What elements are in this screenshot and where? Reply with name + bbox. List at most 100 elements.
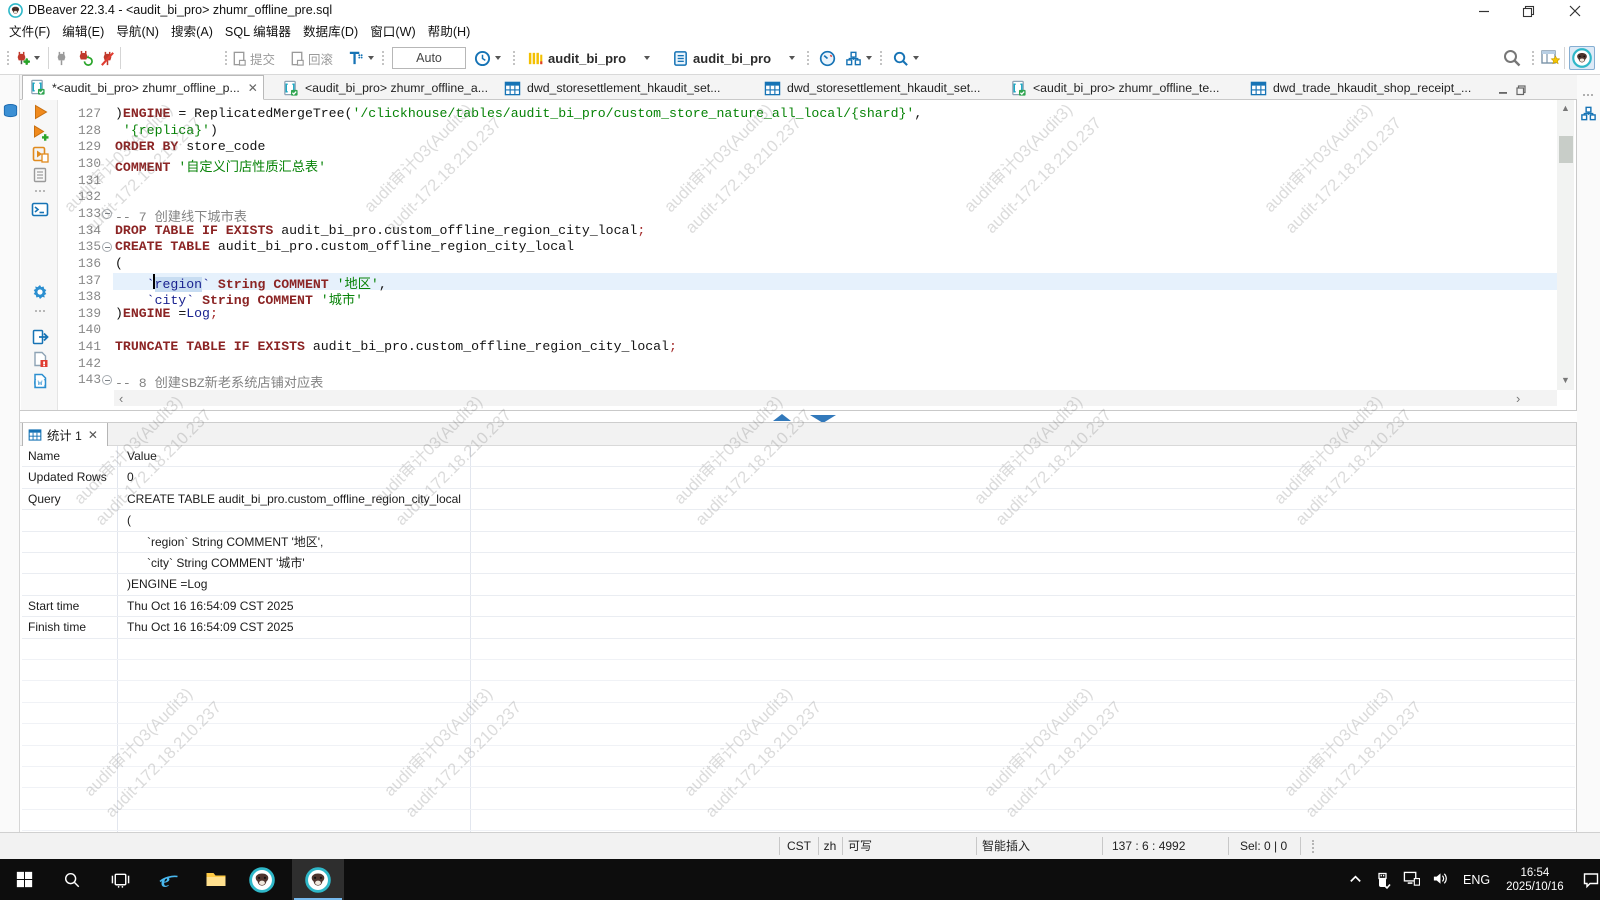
dbeaver-taskbar-icon-active[interactable] [292, 859, 344, 900]
menu-item[interactable]: 编辑(E) [57, 22, 109, 42]
tray-language-indicator[interactable]: ENG [1463, 873, 1490, 887]
row-name-cell: Name [28, 446, 60, 467]
rollback-button[interactable]: 回滚 [308, 49, 333, 68]
database-dropdown[interactable] [644, 56, 650, 60]
editor-settings-icon[interactable] [31, 283, 49, 301]
scrollbar-thumb[interactable] [1559, 136, 1573, 163]
editor-tab[interactable]: <audit_bi_pro> zhumr_offline_a... [276, 76, 488, 100]
menu-item[interactable]: 数据库(D) [298, 22, 363, 42]
execute-script-icon[interactable] [31, 145, 49, 163]
horizontal-scrollbar[interactable]: ‹› [114, 390, 1557, 406]
execute-statement-icon[interactable] [31, 103, 49, 121]
row-value-cell: Value [127, 446, 157, 467]
scroll-right-icon[interactable]: › [1516, 391, 1520, 406]
new-connection-dropdown[interactable] [34, 56, 40, 60]
tab-label: <audit_bi_pro> zhumr_offline_a... [305, 81, 488, 95]
row-name-cell: Finish time [28, 617, 86, 638]
file-explorer-icon[interactable] [194, 859, 238, 900]
tray-network-icon[interactable] [1403, 871, 1420, 888]
text-cursor [153, 274, 155, 289]
search-dropdown[interactable] [913, 56, 919, 60]
mapping-dropdown[interactable] [866, 56, 872, 60]
tray-volume-icon[interactable] [1432, 871, 1449, 888]
commit-mode-select[interactable]: Auto [392, 47, 466, 69]
right-minimized-bar [1577, 75, 1600, 832]
unsynced-file-icon[interactable] [31, 350, 49, 368]
fold-collapse-icon[interactable] [102, 375, 112, 385]
minimize-editor-area-icon[interactable] [1497, 83, 1509, 95]
transaction-dropdown[interactable] [368, 56, 374, 60]
table-row: `region` String COMMENT '地区', [22, 532, 1575, 553]
task-view-icon[interactable] [98, 859, 142, 900]
fold-collapse-icon[interactable] [102, 242, 112, 252]
editor-tab[interactable]: dwd_storesettlement_hkaudit_set... [498, 76, 742, 100]
script-file-icon[interactable]: (w) [31, 372, 49, 390]
scroll-down-icon[interactable]: ▼ [1561, 375, 1570, 385]
open-console-icon[interactable] [31, 201, 49, 219]
scroll-left-icon[interactable]: ‹ [119, 391, 123, 406]
code-area[interactable]: )ENGINE = ReplicatedMergeTree('/clickhou… [114, 100, 1557, 390]
code-line: ORDER BY store_code [115, 139, 265, 154]
editor-toolbar-rail: (w) [21, 100, 58, 410]
perspective-icon [1540, 48, 1560, 68]
start-button[interactable] [2, 859, 46, 900]
code-line: -- 8 创建SBZ新老系统店铺对应表 [115, 372, 323, 390]
editor-tab[interactable]: *<audit_bi_pro> zhumr_offline_p...✕ [22, 75, 264, 100]
export-data-icon[interactable] [31, 328, 49, 346]
line-number: 134 [78, 223, 101, 238]
reconnect-icon [76, 50, 93, 67]
code-line: DROP TABLE IF EXISTS audit_bi_pro.custom… [115, 223, 645, 238]
fold-collapse-icon[interactable] [102, 209, 112, 219]
dbeaver-window: DBeaver 22.3.4 - <audit_bi_pro> zhumr_of… [0, 0, 1600, 900]
table-row: )ENGINE =Log [22, 574, 1575, 595]
vertical-scrollbar[interactable]: ▲▼ [1557, 100, 1574, 390]
code-line: )ENGINE =Log; [115, 306, 218, 321]
dbeaver-perspective-button[interactable] [1569, 46, 1595, 70]
explain-plan-icon[interactable] [31, 166, 49, 184]
editor-tab-bar: *<audit_bi_pro> zhumr_offline_p...✕ <audi… [0, 75, 1600, 100]
tray-clock[interactable]: 16:542025/10/16 [1506, 866, 1564, 894]
editor-tab[interactable]: dwd_trade_hkaudit_shop_receipt_... [1244, 76, 1478, 100]
row-value-cell: Thu Oct 16 16:54:09 CST 2025 [127, 596, 294, 617]
transaction-log-icon [347, 50, 364, 67]
menu-item[interactable]: 搜索(A) [166, 22, 218, 42]
statistics-tab[interactable]: 统计 1✕ [22, 423, 108, 446]
editor-tab[interactable]: <audit_bi_pro> zhumr_offline_te... [1004, 76, 1232, 100]
statistics-tab-close-icon[interactable]: ✕ [88, 428, 98, 442]
schema-selector[interactable]: audit_bi_pro [693, 51, 771, 66]
statistics-panel: 统计 1✕NameValueUpdated Rows0QueryCREATE T… [20, 422, 1577, 832]
maximize-panel-icon[interactable] [773, 414, 791, 421]
notification-center-icon[interactable] [1582, 871, 1600, 889]
menu-item[interactable]: 文件(F) [4, 22, 55, 42]
menu-item[interactable]: 导航(N) [111, 22, 164, 42]
commit-button[interactable]: 提交 [250, 49, 275, 68]
scroll-up-icon[interactable]: ▲ [1561, 103, 1570, 113]
tray-expand-icon[interactable] [1348, 872, 1363, 887]
line-number: 136 [78, 256, 101, 271]
restore-editor-area-icon[interactable] [1515, 83, 1527, 95]
tray-usb-icon[interactable] [1375, 872, 1391, 888]
splitter[interactable] [20, 411, 1577, 422]
dbeaver-taskbar-icon[interactable] [240, 859, 284, 900]
tab-label: dwd_storesettlement_hkaudit_set... [787, 81, 980, 95]
taskbar-search-icon-glyph [63, 871, 81, 889]
language-indicator: zh [822, 833, 838, 859]
table-row: Updated Rows0 [22, 467, 1575, 488]
menu-item[interactable]: 窗口(W) [365, 22, 420, 42]
row-value-cell: `region` String COMMENT '地区', [127, 532, 323, 553]
menu-item[interactable]: 帮助(H) [423, 22, 476, 42]
schema-dropdown[interactable] [789, 56, 795, 60]
minimize-button[interactable] [1469, 2, 1499, 20]
table-row: `city` String COMMENT '城市' [22, 553, 1575, 574]
close-button[interactable] [1560, 2, 1590, 20]
taskbar-search-icon[interactable] [50, 859, 94, 900]
database-selector[interactable]: audit_bi_pro [548, 51, 626, 66]
restore-button[interactable] [1513, 2, 1543, 20]
history-dropdown[interactable] [495, 56, 501, 60]
internet-explorer-icon[interactable]: e [146, 859, 190, 900]
writable-indicator: 可写 [848, 833, 908, 859]
menu-item[interactable]: SQL 编辑器 [220, 22, 296, 42]
execute-new-tab-icon[interactable] [31, 124, 49, 142]
tab-close-icon[interactable]: ✕ [248, 81, 258, 95]
editor-tab[interactable]: dwd_storesettlement_hkaudit_set... [758, 76, 992, 100]
